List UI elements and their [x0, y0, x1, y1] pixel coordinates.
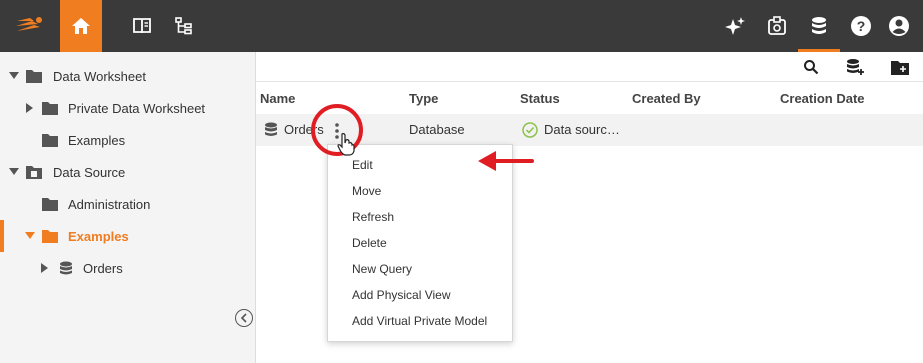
database-icon[interactable] [801, 0, 837, 52]
tree-item-private-data-worksheet[interactable]: Private Data Worksheet [0, 92, 255, 124]
column-header-created-by[interactable]: Created By [632, 91, 701, 106]
svg-text:?: ? [857, 18, 866, 34]
new-folder-icon[interactable] [890, 57, 910, 77]
tree-item-label: Administration [68, 196, 151, 212]
column-header-name[interactable]: Name [260, 91, 295, 106]
menu-item-new-query[interactable]: New Query [352, 262, 412, 276]
column-header-type[interactable]: Type [409, 91, 438, 106]
expanded-arrow-icon[interactable] [9, 71, 19, 81]
column-header-status[interactable]: Status [520, 91, 560, 106]
annotation-arrow-icon [478, 151, 534, 171]
sidebar: Data Worksheet Private Data Worksheet Ex… [0, 52, 256, 363]
chevron-left-icon [240, 313, 247, 323]
hand-cursor-icon [337, 133, 355, 156]
collapsed-arrow-icon[interactable] [40, 263, 50, 273]
badge-settings-icon[interactable] [759, 0, 795, 52]
folder-icon [26, 70, 42, 83]
search-icon[interactable] [801, 57, 821, 77]
folder-icon [42, 198, 58, 211]
collapse-sidebar-button[interactable] [235, 309, 253, 327]
help-icon[interactable]: ? [843, 0, 879, 52]
home-icon [72, 18, 90, 34]
column-header-creation-date[interactable]: Creation Date [780, 91, 865, 106]
menu-item-edit[interactable]: Edit [352, 158, 373, 172]
expanded-arrow-icon[interactable] [25, 231, 35, 241]
folder-icon [42, 102, 58, 115]
expanded-arrow-icon[interactable] [9, 167, 19, 177]
tree-item-examples-worksheet[interactable]: Examples [0, 124, 255, 156]
hierarchy-icon[interactable] [166, 0, 202, 52]
collapsed-arrow-icon[interactable] [25, 103, 35, 113]
tree-item-orders[interactable]: Orders [0, 252, 255, 284]
toolbar [256, 52, 923, 82]
sparkle-icon[interactable] [717, 0, 753, 52]
tree-item-label: Examples [68, 228, 129, 244]
cell-status: Data sourc… [544, 122, 620, 137]
menu-item-add-physical-view[interactable]: Add Physical View [352, 288, 451, 302]
logo-icon[interactable] [0, 0, 60, 52]
folder-icon [42, 134, 58, 147]
folder-icon [42, 230, 58, 243]
datasource-folder-icon [26, 166, 42, 179]
tree-item-examples-datasource[interactable]: Examples [0, 220, 255, 252]
tree-item-label: Data Source [53, 164, 126, 180]
add-datasource-icon[interactable] [845, 57, 865, 77]
tree-item-data-worksheet[interactable]: Data Worksheet [0, 60, 255, 92]
top-bar: ? [0, 0, 923, 52]
menu-item-add-virtual-private-model[interactable]: Add Virtual Private Model [352, 314, 487, 328]
tree-item-label: Orders [83, 260, 123, 276]
home-button[interactable] [60, 0, 102, 52]
menu-item-move[interactable]: Move [352, 184, 381, 198]
tree-item-data-source[interactable]: Data Source [0, 156, 255, 188]
tree-item-label: Examples [68, 132, 126, 148]
database-icon [60, 261, 72, 275]
database-icon [265, 122, 277, 136]
book-icon[interactable] [124, 0, 160, 52]
status-ok-icon [522, 122, 538, 138]
account-icon[interactable] [881, 0, 917, 52]
cell-type: Database [409, 122, 465, 137]
tree-item-label: Private Data Worksheet [68, 100, 206, 116]
menu-item-refresh[interactable]: Refresh [352, 210, 394, 224]
tree-item-label: Data Worksheet [53, 68, 146, 84]
menu-item-delete[interactable]: Delete [352, 236, 387, 250]
tree-item-administration[interactable]: Administration [0, 188, 255, 220]
table-header: Name Type Status Created By Creation Dat… [256, 82, 923, 114]
